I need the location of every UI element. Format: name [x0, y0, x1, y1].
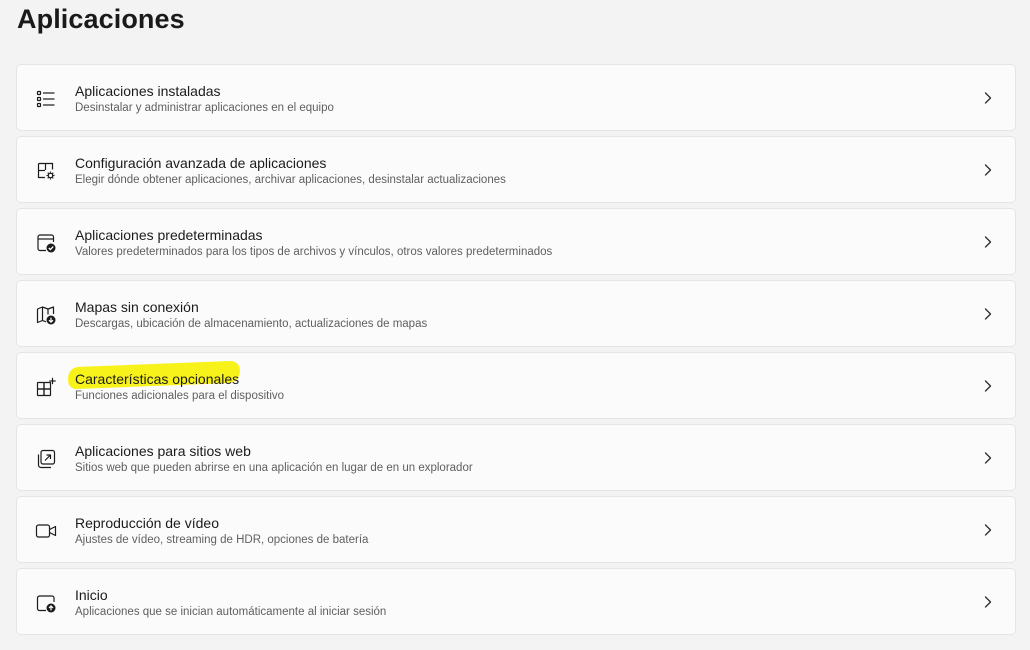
- page-title: Aplicaciones: [17, 4, 185, 34]
- settings-item-description: Descargas, ubicación de almacenamiento, …: [75, 318, 428, 330]
- optional-features-icon: [35, 376, 57, 398]
- chevron-right-icon: [981, 234, 995, 250]
- settings-item-optional-features[interactable]: Características opcionales Funciones adi…: [16, 352, 1016, 419]
- chevron-right-icon: [981, 378, 995, 394]
- settings-item-title: Inicio: [75, 587, 108, 603]
- chevron-right-icon: [981, 522, 995, 538]
- settings-item-description: Elegir dónde obtener aplicaciones, archi…: [75, 174, 506, 186]
- settings-item-title: Configuración avanzada de aplicaciones: [75, 155, 327, 171]
- chevron-right-icon: [981, 594, 995, 610]
- settings-item-description: Ajustes de vídeo, streaming de HDR, opci…: [75, 534, 369, 546]
- settings-item-description: Desinstalar y administrar aplicaciones e…: [75, 102, 334, 114]
- startup-apps-icon: [35, 592, 57, 614]
- chevron-right-icon: [981, 162, 995, 178]
- settings-item-description: Funciones adicionales para el dispositiv…: [75, 390, 285, 402]
- settings-list: Aplicaciones instaladas Desinstalar y ad…: [16, 64, 1016, 640]
- settings-item-startup[interactable]: Inicio Aplicaciones que se inician autom…: [16, 568, 1016, 635]
- default-apps-icon: [35, 232, 57, 254]
- chevron-right-icon: [981, 450, 995, 466]
- chevron-right-icon: [981, 90, 995, 106]
- settings-item-title: Características opcionales: [75, 371, 240, 387]
- settings-item-title: Aplicaciones predeterminadas: [75, 227, 263, 243]
- settings-item-title: Aplicaciones instaladas: [75, 83, 221, 99]
- settings-item-installed-apps[interactable]: Aplicaciones instaladas Desinstalar y ad…: [16, 64, 1016, 131]
- settings-item-description: Sitios web que pueden abrirse en una apl…: [75, 462, 473, 474]
- settings-item-description: Aplicaciones que se inician automáticame…: [75, 606, 387, 618]
- settings-item-title: Mapas sin conexión: [75, 299, 199, 315]
- settings-item-apps-for-websites[interactable]: Aplicaciones para sitios web Sitios web …: [16, 424, 1016, 491]
- settings-item-default-apps[interactable]: Aplicaciones predeterminadas Valores pre…: [16, 208, 1016, 275]
- settings-item-title: Reproducción de vídeo: [75, 515, 219, 531]
- advanced-app-settings-icon: [35, 160, 57, 182]
- settings-item-title: Aplicaciones para sitios web: [75, 443, 251, 459]
- offline-maps-icon: [35, 304, 57, 326]
- settings-item-description: Valores predeterminados para los tipos d…: [75, 246, 553, 258]
- settings-item-video-playback[interactable]: Reproducción de vídeo Ajustes de vídeo, …: [16, 496, 1016, 563]
- video-playback-icon: [35, 520, 57, 542]
- apps-for-websites-icon: [35, 448, 57, 470]
- settings-item-advanced-app-settings[interactable]: Configuración avanzada de aplicaciones E…: [16, 136, 1016, 203]
- chevron-right-icon: [981, 306, 995, 322]
- installed-apps-list-icon: [35, 88, 57, 110]
- settings-item-offline-maps[interactable]: Mapas sin conexión Descargas, ubicación …: [16, 280, 1016, 347]
